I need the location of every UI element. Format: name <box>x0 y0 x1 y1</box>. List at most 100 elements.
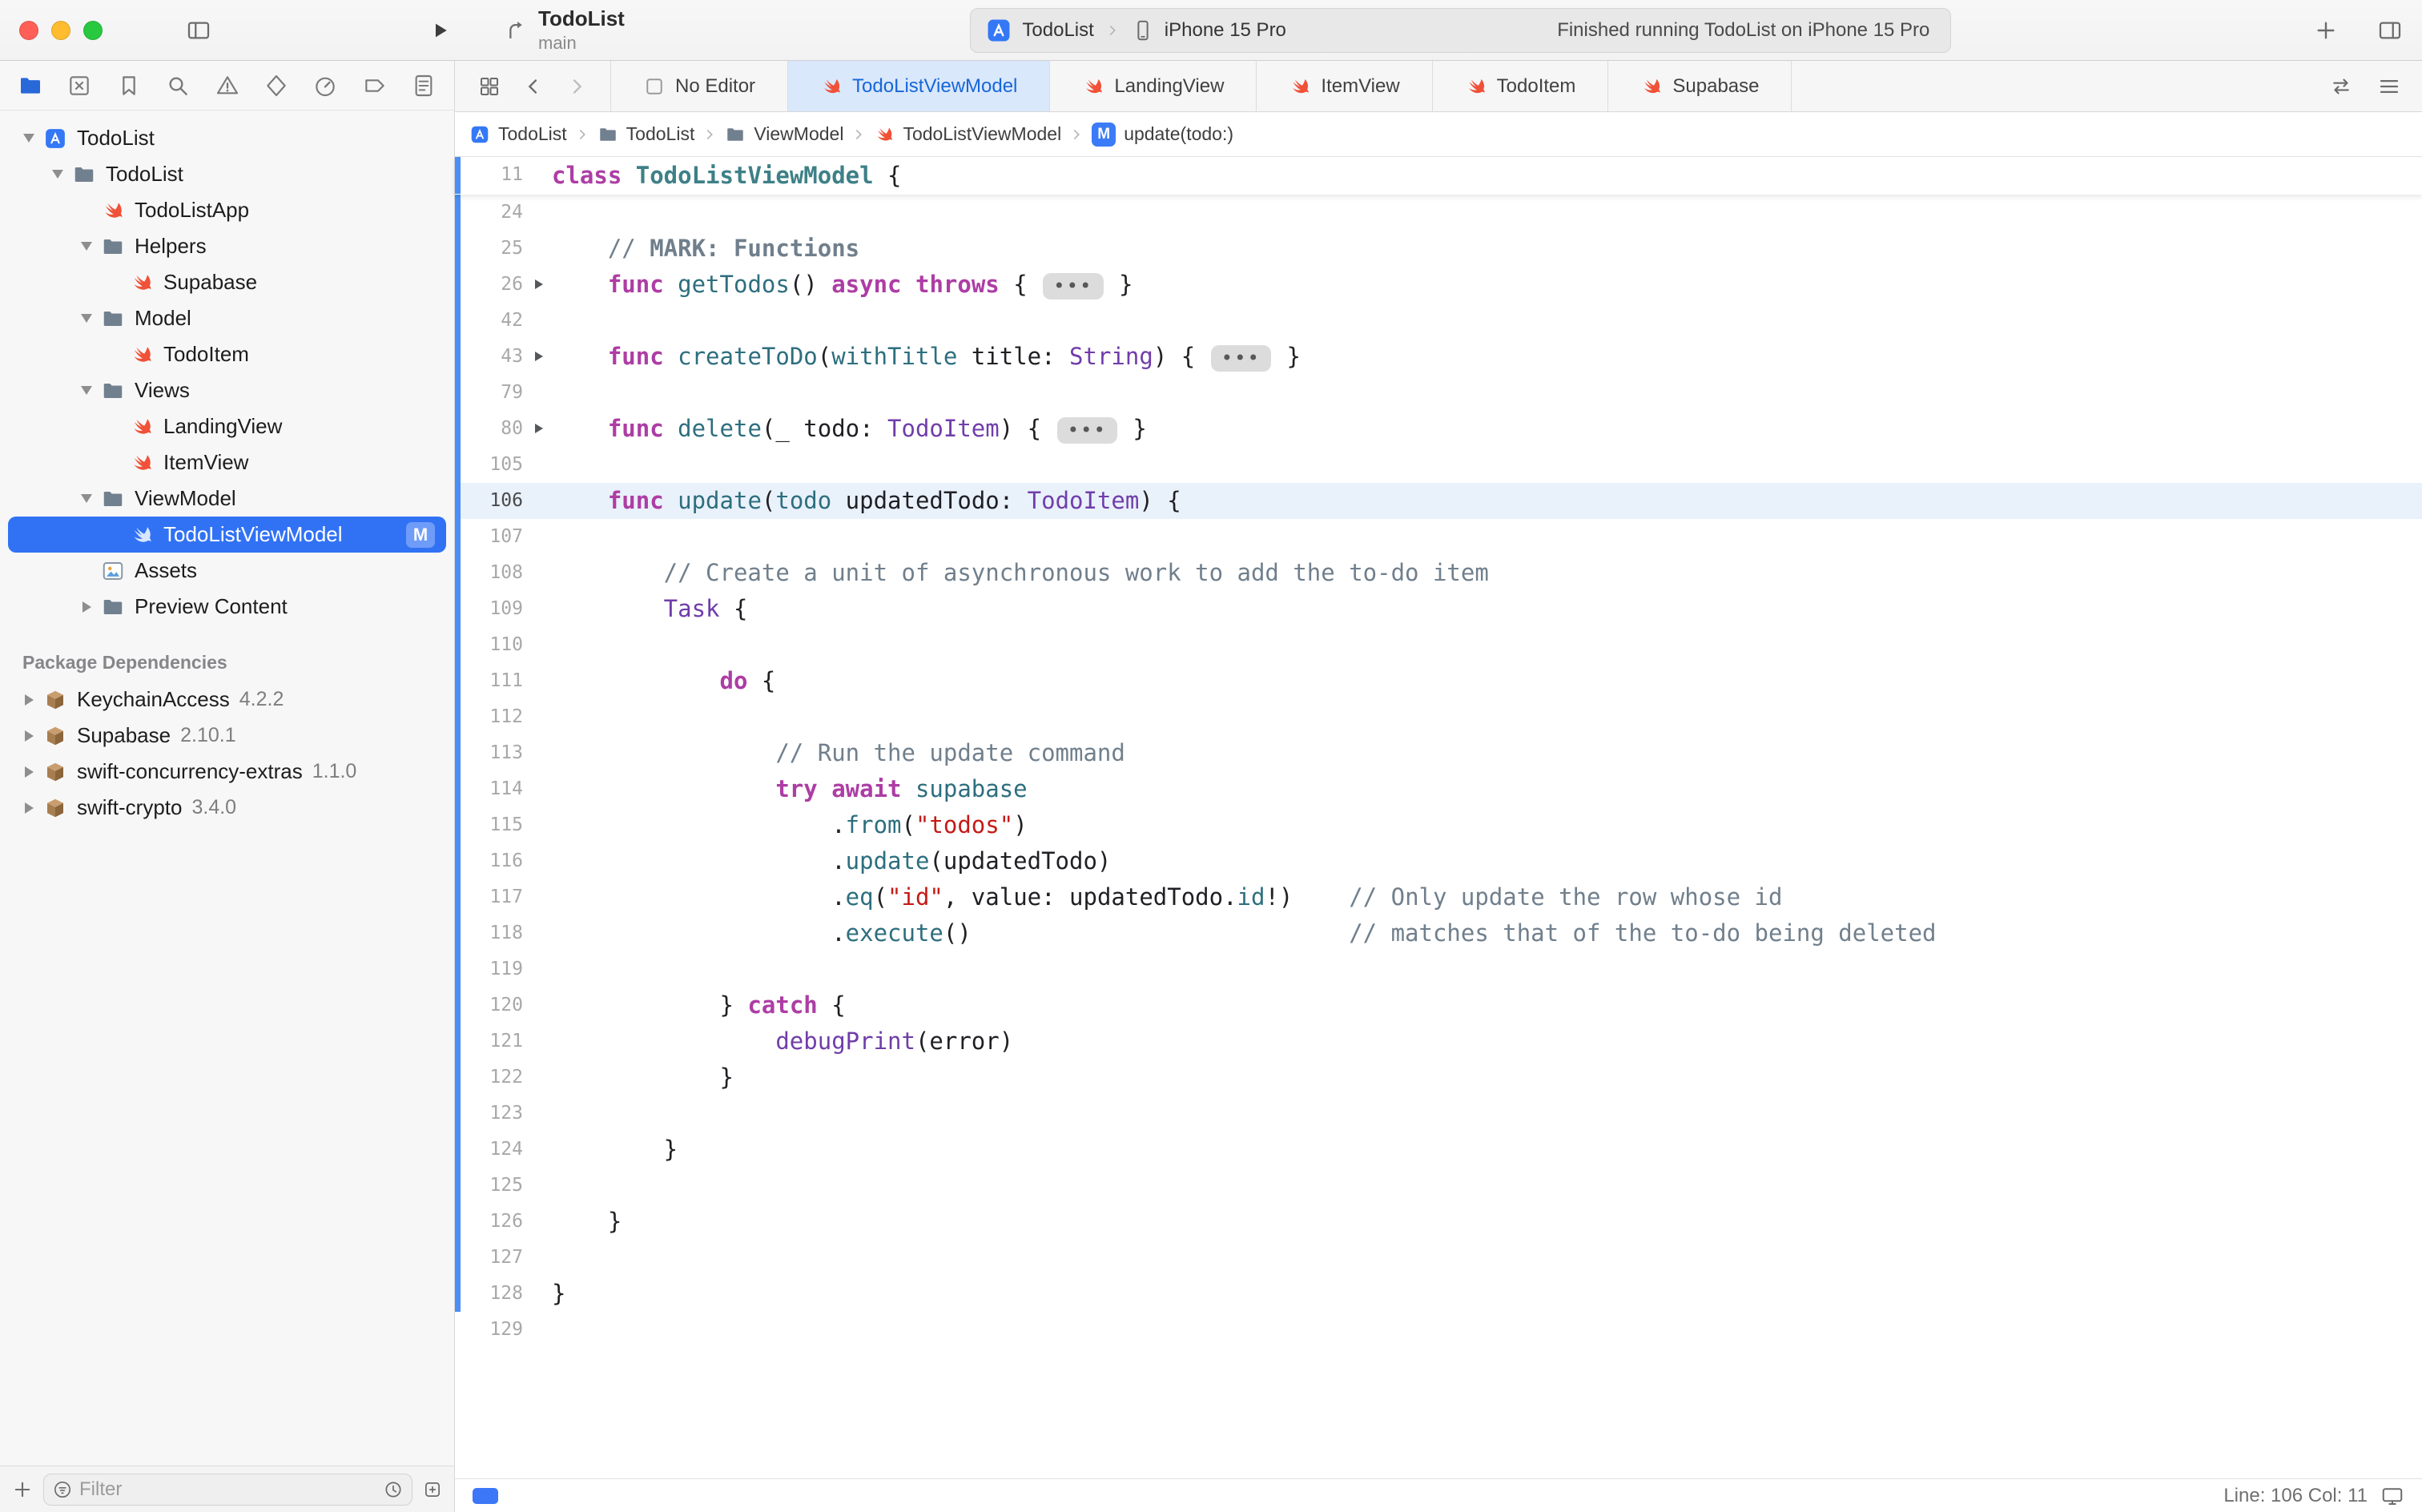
code-line-11[interactable]: 11class TodoListViewModel { <box>455 157 2422 194</box>
disclosure-icon[interactable] <box>72 386 101 395</box>
line-number[interactable]: 80 <box>461 411 531 447</box>
line-number[interactable]: 112 <box>461 699 531 735</box>
package-item-keychainaccess[interactable]: KeychainAccess4.2.2 <box>8 682 446 718</box>
disclosure-icon[interactable] <box>43 170 72 179</box>
issue-navigator-icon[interactable] <box>215 73 240 99</box>
package-item-supabase[interactable]: Supabase2.10.1 <box>8 718 446 754</box>
line-number[interactable]: 125 <box>461 1168 531 1204</box>
tree-item-itemview[interactable]: ItemView <box>8 444 446 481</box>
code-line-42[interactable]: 42 <box>455 303 2422 339</box>
line-number[interactable]: 128 <box>461 1276 531 1312</box>
scheme-selector[interactable]: TodoList main <box>503 6 625 54</box>
test-navigator-icon[interactable] <box>264 73 289 99</box>
find-navigator-icon[interactable] <box>165 73 191 99</box>
fold-chevron-icon[interactable] <box>535 352 543 361</box>
adjust-editor-icon[interactable] <box>2377 74 2401 99</box>
line-number[interactable]: 124 <box>461 1132 531 1168</box>
line-number[interactable]: 110 <box>461 627 531 663</box>
tree-item-todolistviewmodel[interactable]: TodoListViewModelM <box>8 517 446 553</box>
disclosure-icon[interactable] <box>72 242 101 251</box>
line-number[interactable]: 113 <box>461 735 531 771</box>
tree-item-todoitem[interactable]: TodoItem <box>8 336 446 372</box>
tree-item-supabase[interactable]: Supabase <box>8 264 446 300</box>
line-number[interactable]: 127 <box>461 1240 531 1276</box>
code-line-129[interactable]: 129 <box>455 1312 2422 1348</box>
activity-view[interactable]: TodoList iPhone 15 Pro Finished running … <box>970 8 1951 53</box>
breadcrumb-item-viewmodel[interactable]: ViewModel <box>725 123 843 145</box>
line-number[interactable]: 42 <box>461 303 531 339</box>
line-number[interactable]: 114 <box>461 771 531 807</box>
fold-chevron-icon[interactable] <box>535 424 543 433</box>
source-control-navigator-icon[interactable] <box>66 73 92 99</box>
toggle-right-sidebar-icon[interactable] <box>2377 18 2403 43</box>
line-number[interactable]: 105 <box>461 447 531 483</box>
tab-itemview[interactable]: ItemView <box>1257 61 1432 111</box>
fold-chevron-icon[interactable] <box>535 279 543 289</box>
swap-editor-icon[interactable] <box>2329 74 2353 99</box>
tree-item-helpers[interactable]: Helpers <box>8 228 446 264</box>
line-number[interactable]: 25 <box>461 231 531 267</box>
code-line-117[interactable]: 117 .eq("id", value: updatedTodo.id!) //… <box>455 879 2422 915</box>
code-line-111[interactable]: 111 do { <box>455 663 2422 699</box>
code-line-26[interactable]: 26 func getTodos() async throws { ••• } <box>455 267 2422 303</box>
tree-item-assets[interactable]: Assets <box>8 553 446 589</box>
tree-item-viewmodel[interactable]: ViewModel <box>8 481 446 517</box>
code-line-119[interactable]: 119 <box>455 951 2422 987</box>
recent-files-icon[interactable] <box>383 1479 404 1500</box>
add-file-icon[interactable] <box>11 1478 34 1501</box>
code-line-108[interactable]: 108 // Create a unit of asynchronous wor… <box>455 555 2422 591</box>
close-button[interactable] <box>19 21 38 40</box>
line-number[interactable]: 116 <box>461 843 531 879</box>
code-line-126[interactable]: 126 } <box>455 1204 2422 1240</box>
line-number[interactable]: 122 <box>461 1060 531 1096</box>
package-item-swift-concurrency-extras[interactable]: swift-concurrency-extras1.1.0 <box>8 754 446 790</box>
related-items-icon[interactable] <box>477 74 501 99</box>
breadcrumb-item-todolist[interactable]: TodoList <box>469 123 567 145</box>
status-device-name[interactable]: iPhone 15 Pro <box>1165 19 1286 42</box>
code-line-127[interactable]: 127 <box>455 1240 2422 1276</box>
tab-supabase[interactable]: Supabase <box>1608 61 1792 111</box>
line-number[interactable]: 109 <box>461 591 531 627</box>
code-line-121[interactable]: 121 debugPrint(error) <box>455 1023 2422 1060</box>
line-number[interactable]: 24 <box>461 195 531 231</box>
filter-input[interactable] <box>79 1478 376 1501</box>
code-line-114[interactable]: 114 try await supabase <box>455 771 2422 807</box>
code-line-113[interactable]: 113 // Run the update command <box>455 735 2422 771</box>
code-line-80[interactable]: 80 func delete(_ todo: TodoItem) { ••• } <box>455 411 2422 447</box>
tree-item-model[interactable]: Model <box>8 300 446 336</box>
line-number[interactable]: 107 <box>461 519 531 555</box>
line-number[interactable]: 129 <box>461 1312 531 1348</box>
breadcrumb-item-todolist[interactable]: TodoList <box>597 123 695 145</box>
disclosure-icon[interactable] <box>72 314 101 323</box>
go-back-icon[interactable] <box>522 75 545 98</box>
tree-item-todolist[interactable]: TodoList <box>8 120 446 156</box>
project-navigator-icon[interactable] <box>18 73 43 99</box>
disclosure-icon[interactable] <box>14 766 43 778</box>
run-button[interactable] <box>428 18 452 42</box>
folded-code-pill[interactable]: ••• <box>1211 345 1271 372</box>
disclosure-icon[interactable] <box>14 134 43 143</box>
tree-item-todolist[interactable]: TodoList <box>8 156 446 192</box>
breakpoint-navigator-icon[interactable] <box>362 73 388 99</box>
report-navigator-icon[interactable] <box>411 73 437 99</box>
new-tab-icon[interactable] <box>2313 18 2339 43</box>
line-number[interactable]: 26 <box>461 267 531 303</box>
go-forward-icon[interactable] <box>565 75 588 98</box>
line-number[interactable]: 106 <box>461 483 531 519</box>
code-line-112[interactable]: 112 <box>455 699 2422 735</box>
code-line-123[interactable]: 123 <box>455 1096 2422 1132</box>
code-line-124[interactable]: 124 } <box>455 1132 2422 1168</box>
code-line-110[interactable]: 110 <box>455 627 2422 663</box>
tree-item-landingview[interactable]: LandingView <box>8 408 446 444</box>
breadcrumb-item-todolistviewmodel[interactable]: TodoListViewModel <box>874 123 1061 145</box>
flag-filter-icon[interactable] <box>422 1479 443 1500</box>
tab-todolistviewmodel[interactable]: TodoListViewModel <box>788 61 1050 111</box>
tree-item-todolistapp[interactable]: TodoListApp <box>8 192 446 228</box>
tab-landingview[interactable]: LandingView <box>1050 61 1257 111</box>
disclosure-icon[interactable] <box>72 494 101 503</box>
code-line-120[interactable]: 120 } catch { <box>455 987 2422 1023</box>
line-number[interactable]: 126 <box>461 1204 531 1240</box>
code-line-25[interactable]: 25 // MARK: Functions <box>455 231 2422 267</box>
code-line-128[interactable]: 128} <box>455 1276 2422 1312</box>
code-line-105[interactable]: 105 <box>455 447 2422 483</box>
